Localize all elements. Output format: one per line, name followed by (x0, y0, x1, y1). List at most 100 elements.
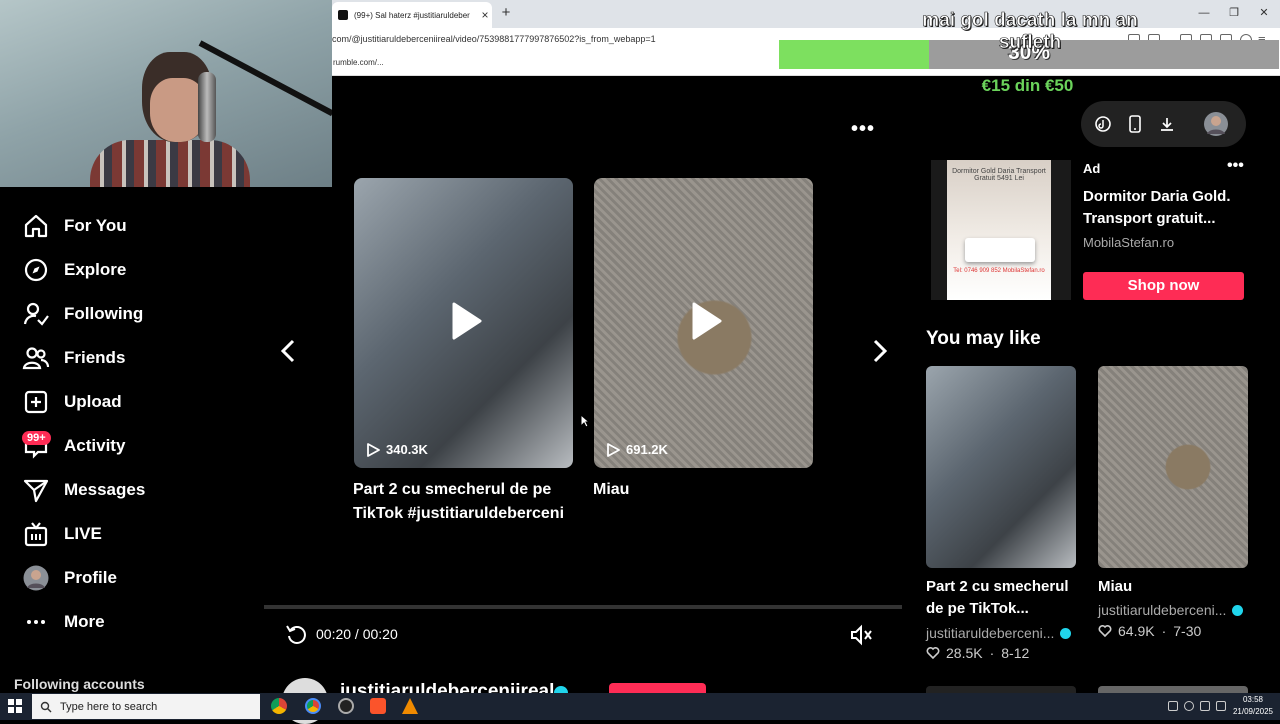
chevron-left-icon[interactable] (276, 338, 302, 364)
view-count-value: 340.3K (386, 442, 428, 457)
sidebar-item-friends[interactable]: Friends (22, 343, 125, 373)
video-caption[interactable]: Part 2 cu smecherul de pe TikTok #justit… (353, 478, 564, 526)
caption-line: TikTok #justitiaruldeberceni (353, 505, 565, 522)
verified-icon (1232, 604, 1244, 616)
more-options-icon[interactable]: ••• (851, 118, 875, 141)
video-progress-bar[interactable] (264, 605, 902, 609)
clock-date: 21/09/2025 (1232, 707, 1274, 716)
more-icon (27, 620, 45, 624)
ad-image-text: Dormitor Gold Daria Transport Gratuit 54… (952, 168, 1046, 182)
title-line: Miau (1098, 578, 1133, 595)
view-count: 340.3K (366, 442, 428, 457)
sidebar-item-label: Upload (64, 392, 122, 411)
playback-time: 00:20 / 00:20 (316, 626, 398, 642)
following-accounts-header: Following accounts (14, 676, 145, 692)
play-count-icon (367, 442, 380, 457)
shop-now-button[interactable]: Shop now (1083, 272, 1244, 300)
friends-icon (22, 347, 50, 370)
tiktok-favicon-icon (338, 10, 348, 20)
ad-image[interactable]: Dormitor Gold Daria Transport Gratuit 54… (931, 160, 1071, 300)
caption-line: Miau (593, 481, 630, 498)
like-count: 28.5K (946, 645, 983, 661)
taskbar-search[interactable]: Type here to search (32, 694, 260, 719)
close-tab-icon[interactable]: × (478, 8, 492, 22)
volume-icon[interactable] (850, 624, 874, 646)
video-caption[interactable]: Miau (593, 478, 629, 502)
speaker-tray-icon[interactable] (1200, 701, 1210, 711)
like-count: 64.9K (1118, 623, 1155, 639)
minimize-icon[interactable]: — (1196, 6, 1212, 20)
sidebar-item-following[interactable]: Following (22, 299, 143, 329)
play-icon[interactable] (444, 300, 486, 342)
recommended-video-stats: 64.9K · 7-30 (1098, 623, 1201, 639)
tray-chevron-icon[interactable] (1168, 701, 1178, 711)
title-line: de pe TikTok... (926, 600, 1029, 617)
sidebar-item-label: Explore (64, 260, 127, 279)
tiktok-logo-icon[interactable] (1095, 116, 1111, 132)
phone-icon[interactable] (1128, 115, 1142, 133)
url-text[interactable]: com/@justitiaruldeberceniireal/video/753… (332, 34, 656, 44)
microphone (198, 72, 216, 142)
compass-icon (24, 258, 48, 282)
user-avatar[interactable] (1203, 111, 1229, 137)
obs-icon[interactable] (338, 698, 354, 714)
chrome-icon[interactable] (305, 698, 321, 714)
verified-icon (1060, 627, 1072, 639)
chevron-right-icon[interactable] (866, 338, 892, 364)
ad-label: Ad (1083, 161, 1101, 176)
clock-time: 03:58 (1242, 695, 1264, 704)
recommended-video-thumbnail[interactable] (1098, 366, 1248, 568)
recommended-video-author[interactable]: justitiaruldeberceni... (1098, 602, 1244, 618)
webcam-feed (0, 0, 332, 187)
taskbar-clock[interactable]: 03:58 21/09/2025 (1228, 694, 1278, 718)
recommended-video-title[interactable]: Part 2 cu smecherul de pe TikTok... (926, 576, 1076, 620)
brave-icon[interactable] (370, 698, 386, 714)
recommendations-header: You may like (926, 328, 1041, 349)
sidebar-item-label: Activity (64, 436, 126, 455)
messages-icon (23, 479, 49, 503)
sidebar-item-profile[interactable]: Profile (22, 563, 117, 593)
sidebar-item-label: LIVE (64, 524, 102, 543)
sidebar-item-for-you[interactable]: For You (22, 211, 127, 241)
network-tray-icon[interactable] (1216, 701, 1226, 711)
sidebar-item-more[interactable]: More (22, 607, 105, 637)
windows-start-icon[interactable] (8, 699, 22, 713)
separator-dot: · (1161, 623, 1167, 639)
ad-title[interactable]: Dormitor Daria Gold. Transport gratuit..… (1083, 186, 1253, 230)
separator-dot: · (989, 645, 995, 661)
sidebar-item-label: Following (64, 304, 144, 323)
sidebar-item-label: Friends (64, 348, 126, 367)
ad-brand[interactable]: MobilaStefan.ro (1083, 235, 1174, 250)
donation-goal-amount: €15 din €50 (981, 76, 1074, 95)
recommended-video-title[interactable]: Miau (1098, 576, 1248, 598)
author-name: justitiaruldeberceni... (926, 625, 1055, 641)
close-window-icon[interactable]: ✕ (1256, 6, 1272, 20)
recommended-video-thumbnail[interactable] (926, 366, 1076, 568)
sidebar-item-upload[interactable]: Upload (22, 387, 122, 417)
ad-more-icon[interactable]: ••• (1227, 157, 1244, 175)
new-tab-button[interactable]: + (498, 5, 514, 21)
restore-icon[interactable]: ❐ (1226, 6, 1242, 20)
title-line: Part 2 cu smecherul (926, 578, 1069, 595)
sidebar-item-label: For You (64, 216, 127, 235)
upload-icon (24, 390, 48, 414)
tab-title: (99+) Sal haterz #justitiaruldeber (354, 10, 470, 20)
sidebar-item-live[interactable]: LIVE (22, 519, 102, 549)
recommended-video-stats: 28.5K · 8-12 (926, 645, 1029, 661)
play-icon[interactable] (684, 300, 726, 342)
mouse-cursor (580, 414, 590, 428)
microphone-tray-icon[interactable] (1184, 701, 1194, 711)
view-count: 691.2K (606, 442, 668, 457)
play-count-icon (607, 442, 620, 457)
download-icon[interactable] (1159, 116, 1175, 132)
browser-tab[interactable]: (99+) Sal haterz #justitiaruldeber × (332, 2, 492, 28)
vlc-icon[interactable] (402, 698, 418, 714)
recommended-video-author[interactable]: justitiaruldeberceni... (926, 625, 1072, 641)
view-count-value: 691.2K (626, 442, 668, 457)
chrome-icon[interactable] (271, 698, 287, 714)
sidebar-item-messages[interactable]: Messages (22, 475, 145, 505)
sidebar-item-explore[interactable]: Explore (22, 255, 126, 285)
bookmark-item[interactable]: rumble.com/... (333, 58, 384, 67)
replay-icon[interactable] (285, 623, 307, 645)
notification-badge: 99+ (22, 431, 51, 445)
